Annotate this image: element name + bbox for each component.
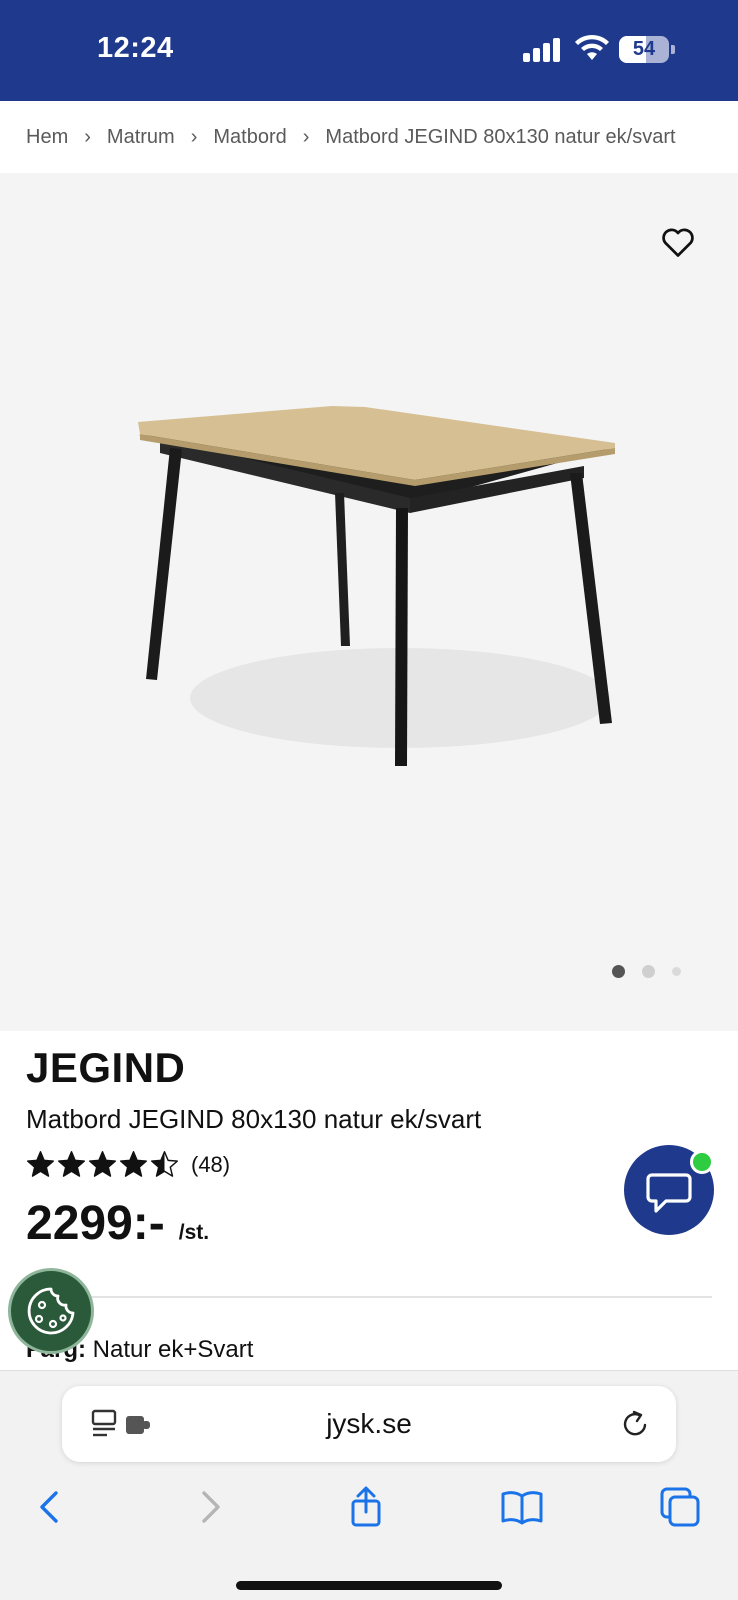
breadcrumb: Hem › Matrum › Matbord › Matbord JEGIND … [0,101,738,173]
address-bar[interactable]: jysk.se [62,1386,676,1462]
price-unit: /st. [178,1221,210,1244]
cookie-settings-button[interactable] [8,1268,94,1354]
rating-stars [26,1150,179,1179]
heart-icon[interactable] [660,224,696,260]
rating-count[interactable]: (48) [191,1152,230,1178]
divider [26,1296,712,1298]
browser-toolbar: jysk.se [0,1370,738,1600]
share-icon[interactable] [344,1485,388,1529]
chevron-right-icon: › [302,125,310,148]
star-icon [57,1151,86,1177]
star-icon [119,1151,148,1177]
product-gallery[interactable] [0,173,738,1031]
star-icon [150,1151,179,1177]
status-bar: 12:24 54 [0,0,738,101]
product-title: Matbord JEGIND 80x130 natur ek/svart [26,1104,482,1134]
breadcrumb-item-matbord[interactable]: Matbord [213,126,286,149]
star-icon [26,1151,55,1177]
breadcrumb-current: Matbord JEGIND 80x130 natur ek/svart [325,125,676,148]
carousel-dot[interactable] [672,966,681,976]
battery-icon: 54 [619,36,669,63]
star-icon [88,1151,117,1177]
battery-nub [671,45,675,54]
url-text: jysk.se [326,1408,412,1439]
forward-icon[interactable] [188,1485,232,1529]
tabs-icon[interactable] [658,1485,702,1529]
chevron-right-icon: › [190,125,198,148]
carousel-dots [612,964,681,978]
product-brand: JEGIND [26,1044,186,1091]
online-indicator [690,1150,714,1174]
price-value: 2299:- [26,1197,165,1250]
breadcrumb-item-hem[interactable]: Hem [26,126,68,149]
carousel-dot[interactable] [612,964,625,978]
product-price: 2299:- /st. [26,1196,209,1251]
product-image [138,406,615,766]
reload-icon[interactable] [620,1408,652,1440]
cookie-icon [27,1287,75,1335]
status-time: 12:24 [97,32,174,64]
breadcrumb-item-matrum[interactable]: Matrum [107,126,175,149]
home-indicator [236,1581,502,1590]
product-rating[interactable]: (48) [26,1150,230,1179]
back-icon[interactable] [28,1485,72,1529]
bookmarks-icon[interactable] [500,1485,544,1529]
wifi-icon [575,34,609,60]
signal-icon [523,38,563,62]
chevron-right-icon: › [84,125,91,148]
color-value: Natur ek+Svart [92,1336,254,1363]
battery-level: 54 [632,38,656,60]
carousel-dot[interactable] [642,964,655,978]
